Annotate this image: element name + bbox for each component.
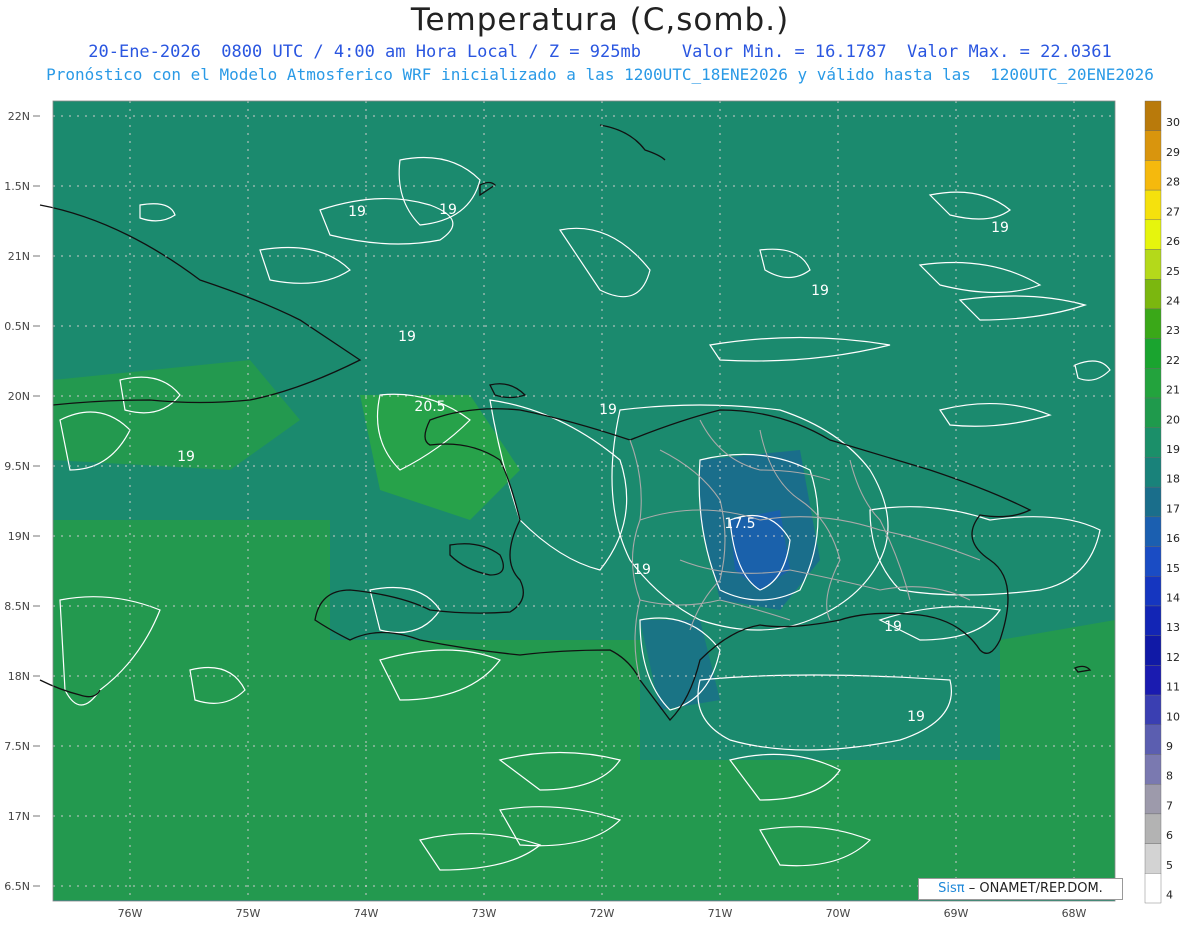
colorbar-swatch bbox=[1144, 665, 1162, 696]
colorbar-swatch bbox=[1144, 843, 1162, 874]
contour-label: 19 bbox=[398, 329, 416, 345]
colorbar-label: 25 bbox=[1166, 265, 1180, 278]
colorbar-swatch bbox=[1144, 873, 1162, 904]
lon-label: 70W bbox=[826, 907, 851, 920]
colorbar-swatch bbox=[1144, 724, 1162, 755]
lat-label: 9.5N bbox=[4, 460, 30, 473]
contour-label: 19 bbox=[439, 202, 457, 218]
colorbar-swatch bbox=[1144, 754, 1162, 785]
colorbar-swatch bbox=[1144, 546, 1162, 577]
colorbar-label: 30 bbox=[1166, 116, 1180, 129]
contour-label: 19 bbox=[177, 449, 195, 465]
colorbar-label: 18 bbox=[1166, 473, 1180, 486]
colorbar-swatch bbox=[1144, 516, 1162, 547]
contour-label: 17.5 bbox=[724, 516, 755, 532]
colorbar-label: 16 bbox=[1166, 532, 1180, 545]
colorbar-swatch bbox=[1144, 635, 1162, 666]
colorbar-label: 28 bbox=[1166, 176, 1180, 189]
colorbar: 30 29 28 27 26 25 24 23 22 21 20 19 18 17 16 15 14 13 12 11… bbox=[1144, 100, 1180, 904]
colorbar-swatch bbox=[1144, 397, 1162, 428]
colorbar-swatch bbox=[1144, 279, 1162, 310]
lat-label: 20N bbox=[8, 390, 30, 403]
colorbar-swatch bbox=[1144, 694, 1162, 725]
contour-label: 19 bbox=[991, 220, 1009, 236]
lat-label: 6.5N bbox=[4, 880, 30, 893]
colorbar-label: 27 bbox=[1166, 205, 1180, 218]
colorbar-swatch bbox=[1144, 576, 1162, 607]
colorbar-swatch bbox=[1144, 308, 1162, 339]
colorbar-label: 13 bbox=[1166, 621, 1180, 634]
colorbar-label: 6 bbox=[1166, 829, 1173, 842]
contour-label: 19 bbox=[811, 283, 829, 299]
colorbar-swatch bbox=[1144, 486, 1162, 518]
colorbar-label: 14 bbox=[1166, 592, 1180, 605]
lat-label: 8.5N bbox=[4, 600, 30, 613]
colorbar-label: 9 bbox=[1166, 740, 1173, 753]
contour-label: 19 bbox=[348, 204, 366, 220]
lon-label: 73W bbox=[472, 907, 497, 920]
lon-label: 75W bbox=[236, 907, 261, 920]
lon-label: 71W bbox=[708, 907, 733, 920]
colorbar-swatch bbox=[1144, 130, 1162, 161]
lat-label: 19N bbox=[8, 530, 30, 543]
colorbar-label: 24 bbox=[1166, 294, 1180, 307]
lat-ticks bbox=[33, 115, 40, 887]
colorbar-label: 26 bbox=[1166, 235, 1180, 248]
map-title: Temperatura (C,somb.) bbox=[410, 2, 790, 38]
contour-label: 19 bbox=[907, 709, 925, 725]
latitude-axis: 22N 1.5N 21N 0.5N 20N 9.5N 19N 8.5N 18N … bbox=[4, 110, 30, 893]
lon-label: 69W bbox=[944, 907, 969, 920]
colorbar-swatch bbox=[1144, 605, 1162, 636]
contour-label: 19 bbox=[633, 562, 651, 578]
colorbar-swatch bbox=[1144, 427, 1162, 458]
credit-text: – ONAMET/REP.DOM. bbox=[968, 881, 1103, 896]
colorbar-swatch bbox=[1144, 249, 1162, 280]
lat-label: 7.5N bbox=[4, 740, 30, 753]
colorbar-label: 23 bbox=[1166, 324, 1180, 337]
lat-label: 18N bbox=[8, 670, 30, 683]
colorbar-label: 15 bbox=[1166, 562, 1180, 575]
colorbar-label: 4 bbox=[1166, 889, 1173, 902]
subtitle-time-level: 20-Ene-2026 0800 UTC / 4:00 am Hora Loca… bbox=[88, 42, 1112, 62]
colorbar-swatch bbox=[1144, 368, 1162, 399]
colorbar-swatch bbox=[1144, 813, 1162, 844]
colorbar-swatch bbox=[1144, 783, 1162, 815]
credit-brand: Sisπ bbox=[938, 881, 965, 896]
colorbar-label: 17 bbox=[1166, 502, 1180, 515]
lat-label: 22N bbox=[8, 110, 30, 123]
colorbar-label: 22 bbox=[1166, 354, 1180, 367]
lat-label: 17N bbox=[8, 810, 30, 823]
colorbar-label: 11 bbox=[1166, 681, 1180, 694]
colorbar-swatch bbox=[1144, 219, 1162, 250]
contour-label: 19 bbox=[884, 619, 902, 635]
colorbar-swatch bbox=[1144, 160, 1162, 191]
colorbar-label: 12 bbox=[1166, 651, 1180, 664]
colorbar-swatch bbox=[1144, 457, 1162, 488]
contour-label: 19 bbox=[599, 402, 617, 418]
colorbar-label: 20 bbox=[1166, 413, 1180, 426]
subtitle-model-info: Pronóstico con el Modelo Atmosferico WRF… bbox=[46, 65, 1154, 84]
colorbar-swatch bbox=[1144, 100, 1162, 131]
temperature-map: 22N 1.5N 21N 0.5N 20N 9.5N 19N 8.5N 18N … bbox=[4, 100, 1180, 920]
colorbar-swatch bbox=[1144, 189, 1162, 221]
colorbar-label: 5 bbox=[1166, 859, 1173, 872]
lon-label: 74W bbox=[354, 907, 379, 920]
lon-label: 72W bbox=[590, 907, 615, 920]
lat-label: 1.5N bbox=[4, 180, 30, 193]
lon-label: 68W bbox=[1062, 907, 1087, 920]
colorbar-label: 29 bbox=[1166, 146, 1180, 159]
colorbar-label: 8 bbox=[1166, 770, 1173, 783]
credit-box: Sisπ – ONAMET/REP.DOM. bbox=[918, 878, 1123, 900]
lat-label: 0.5N bbox=[4, 320, 30, 333]
colorbar-label: 10 bbox=[1166, 710, 1180, 723]
colorbar-label: 7 bbox=[1166, 799, 1173, 812]
colorbar-label: 21 bbox=[1166, 384, 1180, 397]
contour-label: 20.5 bbox=[414, 399, 445, 415]
lat-label: 21N bbox=[8, 250, 30, 263]
longitude-axis: 76W 75W 74W 73W 72W 71W 70W 69W 68W bbox=[118, 907, 1087, 920]
colorbar-label: 19 bbox=[1166, 443, 1180, 456]
lon-label: 76W bbox=[118, 907, 143, 920]
colorbar-swatch bbox=[1144, 338, 1162, 369]
